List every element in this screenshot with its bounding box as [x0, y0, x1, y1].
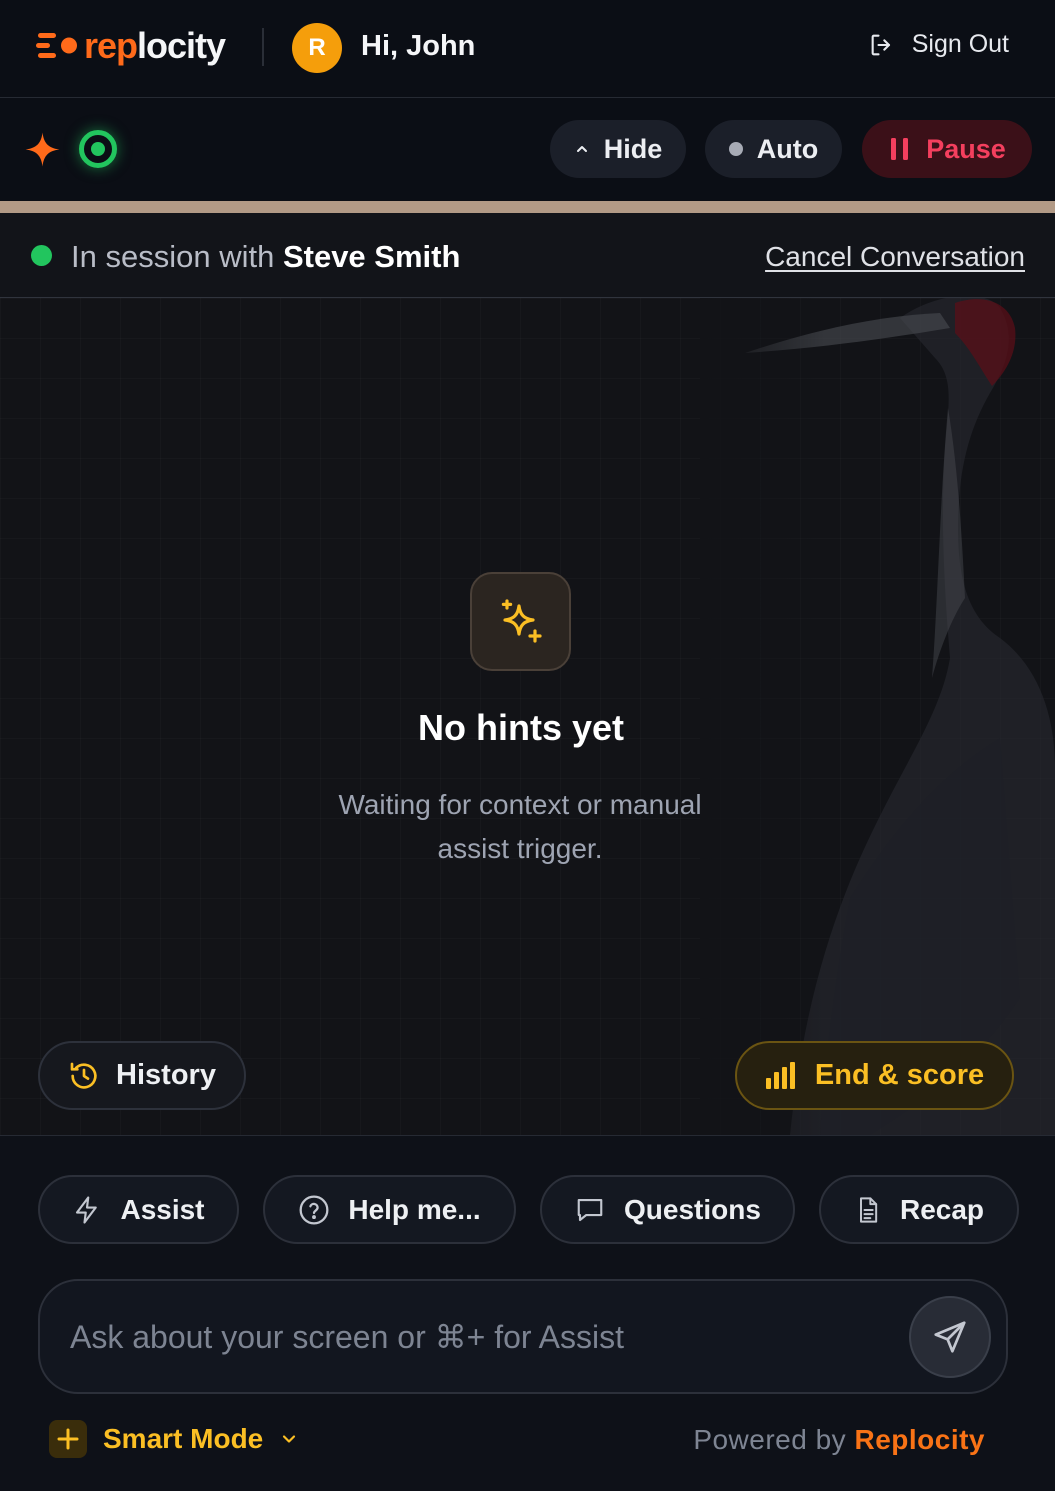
- ask-input[interactable]: [70, 1312, 880, 1362]
- session-status: In session with Steve Smith: [71, 239, 461, 274]
- hide-button[interactable]: Hide: [550, 120, 686, 178]
- smart-mode-dropdown[interactable]: Smart Mode: [49, 1420, 299, 1458]
- live-status-icon: [31, 245, 52, 266]
- chevron-down-icon: [283, 1435, 296, 1443]
- end-and-score-button[interactable]: End & score: [735, 1041, 1014, 1110]
- bar-chart-icon: [765, 1061, 795, 1089]
- sign-out-label: Sign Out: [911, 30, 1009, 58]
- document-icon: [859, 1196, 878, 1223]
- powered-by-text: Powered by Replocity: [693, 1424, 985, 1455]
- sign-out-icon: [871, 34, 890, 55]
- logo-mark-icon: [36, 33, 77, 58]
- empty-state-subtitle: Waiting for context or manual assist tri…: [338, 789, 702, 864]
- sparkle-icon: [25, 132, 60, 167]
- divider-strip: [0, 201, 1055, 213]
- send-button[interactable]: [909, 1296, 991, 1378]
- history-button[interactable]: History: [38, 1041, 246, 1110]
- replocity-logo: replocity: [36, 24, 226, 68]
- help-me-button[interactable]: Help me...: [263, 1175, 516, 1244]
- powered-by-brand: Replocity: [854, 1424, 985, 1455]
- auto-mode-button[interactable]: Auto: [705, 120, 842, 178]
- contact-name: Steve Smith: [282, 239, 461, 274]
- send-icon: [934, 1321, 966, 1353]
- question-circle-icon: [299, 1195, 329, 1224]
- sign-out-button[interactable]: Sign Out: [868, 30, 1009, 59]
- logo-wordmark: replocity: [84, 25, 226, 66]
- header-divider: [262, 28, 264, 66]
- pause-icon: [891, 138, 909, 160]
- history-icon: [70, 1062, 97, 1089]
- user-greeting: Hi, John: [361, 30, 476, 62]
- avatar[interactable]: R: [292, 23, 342, 73]
- lightning-icon: [76, 1195, 98, 1224]
- chevron-up-icon: [576, 146, 587, 152]
- pause-button[interactable]: Pause: [862, 120, 1032, 178]
- assist-button[interactable]: Assist: [38, 1175, 239, 1244]
- recap-button[interactable]: Recap: [819, 1175, 1019, 1244]
- empty-state-title: No hints yet: [417, 707, 624, 748]
- plus-icon: [49, 1420, 87, 1458]
- sparkles-icon: [501, 598, 542, 643]
- recording-indicator-icon: [79, 130, 117, 168]
- chat-bubble-icon: [577, 1198, 603, 1221]
- questions-button[interactable]: Questions: [540, 1175, 795, 1244]
- auto-dot-icon: [728, 142, 743, 156]
- cancel-conversation-link[interactable]: Cancel Conversation: [765, 241, 1025, 273]
- empty-state-icon-tile: [470, 572, 571, 671]
